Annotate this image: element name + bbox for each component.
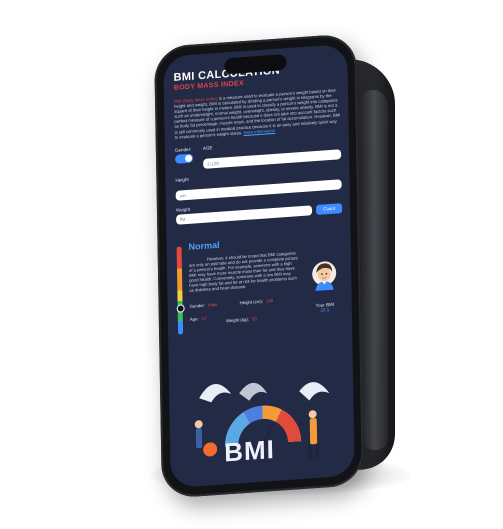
result-weight-value: 63 bbox=[251, 315, 257, 322]
result-gender-value: Male bbox=[208, 301, 218, 308]
phone-side-edge bbox=[360, 88, 388, 452]
bmi-scale-marker bbox=[176, 303, 185, 313]
avatar-icon bbox=[312, 261, 337, 291]
intro-paragraph: BMI (Body Mass Index) is a measure used … bbox=[174, 87, 341, 140]
result-age: Age: 17 bbox=[190, 315, 207, 321]
gender-label: Gender: bbox=[174, 146, 192, 153]
age-input[interactable] bbox=[203, 149, 342, 170]
result-weight: Weight (kg): 63 bbox=[226, 316, 257, 323]
phone-frame: BMI CALCULATION BODY MASS INDEX BMI (Bod… bbox=[154, 33, 364, 499]
gauge-illustration-icon bbox=[194, 382, 330, 461]
result-gender-label: Gender: bbox=[189, 302, 206, 309]
phone-screen: BMI CALCULATION BODY MASS INDEX BMI (Bod… bbox=[163, 43, 355, 489]
age-group: AGE bbox=[202, 136, 342, 171]
more-information-link[interactable]: More Information bbox=[243, 128, 275, 135]
bmi-illustration: BMI bbox=[169, 357, 355, 488]
your-bmi-value: 23.1 bbox=[320, 306, 330, 313]
result-weight-label: Weight (kg): bbox=[225, 316, 250, 324]
gender-group: Gender: bbox=[175, 146, 203, 164]
bmi-status: Normal bbox=[188, 239, 220, 252]
count-button[interactable]: Count bbox=[315, 202, 343, 215]
bmi-color-scale bbox=[176, 246, 184, 335]
bmi-app: BMI CALCULATION BODY MASS INDEX BMI (Bod… bbox=[174, 60, 345, 338]
your-bmi: Your BMI 23.1 bbox=[308, 301, 342, 313]
age-label: AGE bbox=[202, 144, 213, 151]
result-height-label: Height (cm): bbox=[239, 298, 264, 306]
result-age-label: Age: bbox=[189, 315, 199, 322]
result-description: However, it should be noted that BMI cat… bbox=[188, 250, 298, 294]
result-gender: Gender: Male bbox=[190, 302, 218, 309]
result-height: Height (cm): 165 bbox=[240, 298, 274, 305]
result-age-value: 17 bbox=[201, 315, 207, 321]
result-card: Normal However, it should be noted that … bbox=[176, 231, 345, 338]
result-height-value: 165 bbox=[265, 297, 274, 304]
gender-toggle[interactable] bbox=[174, 153, 194, 164]
bmi-illustration-text: BMI bbox=[223, 433, 276, 468]
